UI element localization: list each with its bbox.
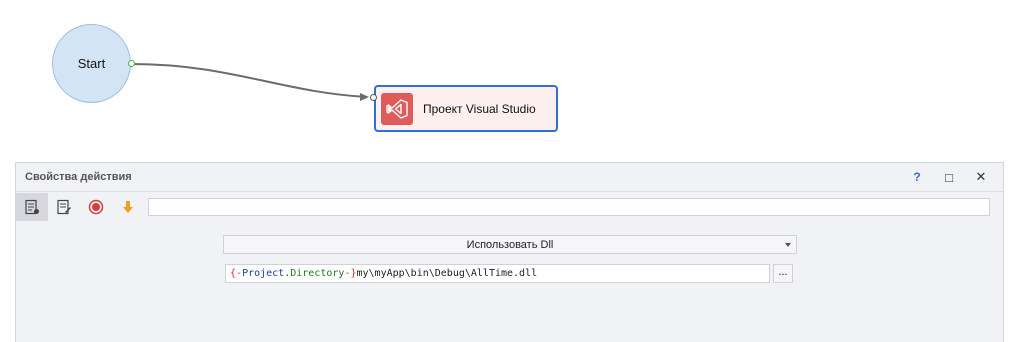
start-node[interactable]: Start — [52, 24, 131, 103]
edit-properties-icon — [57, 199, 71, 215]
browse-button[interactable]: ... — [773, 264, 793, 283]
properties-icon — [25, 199, 39, 215]
chevron-down-icon — [785, 243, 791, 247]
record-icon — [88, 199, 104, 215]
path-token-rest: my\myApp\bin\Debug\AllTime.dll — [356, 268, 538, 279]
panel-toolbar — [16, 192, 1003, 222]
record-button[interactable] — [80, 193, 112, 221]
panel-header: Свойства действия ? □ ✕ — [16, 163, 1003, 192]
panel-title: Свойства действия — [25, 171, 132, 183]
filter-input[interactable] — [148, 198, 990, 216]
mode-select-value: Использовать Dll — [466, 238, 554, 251]
close-button[interactable]: ✕ — [965, 166, 997, 188]
start-output-port[interactable] — [128, 60, 135, 67]
action-properties-panel: Свойства действия ? □ ✕ Использовать Dll… — [15, 162, 1004, 342]
edit-properties-button[interactable] — [48, 193, 80, 221]
dll-path-input[interactable]: {- Project. Directory -} my\myApp\bin\Debug\… — [225, 264, 770, 283]
help-button[interactable]: ? — [901, 166, 933, 188]
mode-select[interactable]: Использовать Dll — [223, 235, 797, 254]
path-token-project: Project — [242, 268, 285, 279]
properties-view-button[interactable] — [16, 193, 48, 221]
visual-studio-project-node[interactable]: Проект Visual Studio — [374, 85, 558, 132]
download-arrow-icon — [123, 201, 133, 213]
action-input-port[interactable] — [370, 94, 377, 101]
download-button[interactable] — [112, 193, 144, 221]
connection-edge — [130, 63, 369, 101]
path-token-directory: Directory — [290, 268, 345, 279]
header-controls: ? □ ✕ — [901, 166, 997, 188]
flow-canvas[interactable]: Start Проект Visual Studio — [0, 0, 1020, 160]
visual-studio-icon — [381, 92, 413, 125]
maximize-button[interactable]: □ — [933, 166, 965, 188]
start-node-label: Start — [77, 56, 106, 71]
action-node-label: Проект Visual Studio — [423, 101, 536, 116]
